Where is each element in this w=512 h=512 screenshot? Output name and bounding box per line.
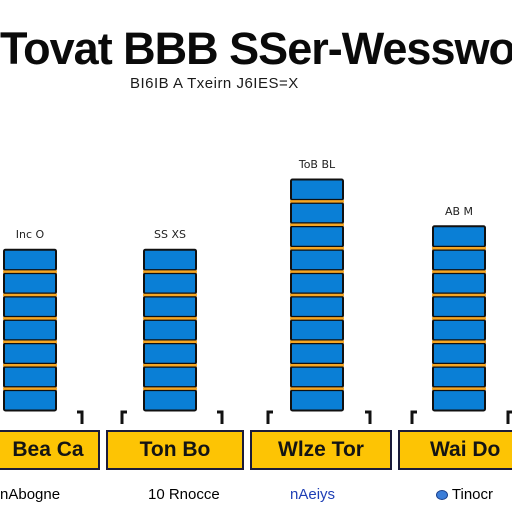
bar-segment: [3, 272, 57, 295]
bar-segment: [290, 272, 344, 295]
bar-value-label-1: SS XS: [154, 228, 186, 241]
legend-item-1: 10 Rnocce: [148, 486, 220, 503]
bar-segment: [432, 342, 486, 365]
category-label-0: Bea Ca: [0, 430, 100, 470]
bar-1: [143, 248, 197, 412]
bar-segment: [3, 318, 57, 342]
bar-segment: [290, 342, 344, 365]
bar-0: [3, 248, 57, 412]
bar-segment: [432, 225, 486, 248]
bar-segment: [3, 295, 57, 318]
bar-value-label-0: Inc O: [16, 228, 45, 241]
bracket-tick: [365, 410, 372, 424]
legend-label-0: nAbogne: [0, 486, 61, 503]
legend-item-3: Tinocr: [436, 486, 493, 503]
bar-value-label-2: ToB BL: [298, 158, 336, 171]
bar-segment: [432, 272, 486, 295]
legend-label-1: 10 Rnocce: [148, 486, 220, 503]
bar-segment: [432, 248, 486, 272]
category-label-2: Wlze Tor: [250, 430, 392, 470]
legend-label-2: nAeiys: [290, 486, 336, 503]
bar-segment: [290, 295, 344, 318]
legend-item-0: nAbogne: [0, 486, 60, 503]
bar-segment: [290, 318, 344, 342]
legend-label-3: Tinocr: [451, 486, 494, 503]
bracket-tick: [120, 410, 127, 424]
bracket-tick: [506, 410, 512, 424]
bar-segment: [290, 248, 344, 272]
bar-segment: [290, 365, 344, 389]
category-label-1: Ton Bo: [106, 430, 244, 470]
bar-segment: [3, 389, 57, 412]
bar-segment: [3, 248, 57, 272]
bar-segment: [290, 225, 344, 248]
bar-segment: [143, 272, 197, 295]
bracket-tick: [266, 410, 273, 424]
bar-segment: [143, 365, 197, 389]
bar-segment: [432, 295, 486, 318]
bracket-tick: [217, 410, 224, 424]
legend-item-2: nAeiys: [290, 486, 335, 503]
bar-2: [290, 178, 344, 412]
legend-marker-icon: [436, 490, 448, 501]
bar-segment: [3, 342, 57, 365]
bar-segment: [143, 295, 197, 318]
bar-segment: [143, 389, 197, 412]
bar-segment: [143, 248, 197, 272]
bar-segment: [290, 201, 344, 225]
bar-segment: [290, 389, 344, 412]
bar-segment: [143, 318, 197, 342]
category-label-3: Wai Do: [398, 430, 512, 470]
bar-value-label-3: AB M: [445, 205, 473, 218]
bar-segment: [143, 342, 197, 365]
bar-segment: [432, 389, 486, 412]
bar-segment: [432, 365, 486, 389]
bar-3: [432, 225, 486, 412]
bracket-tick: [410, 410, 417, 424]
bar-segment: [290, 178, 344, 201]
bracket-tick: [77, 410, 84, 424]
bar-segment: [3, 365, 57, 389]
bar-segment: [432, 318, 486, 342]
